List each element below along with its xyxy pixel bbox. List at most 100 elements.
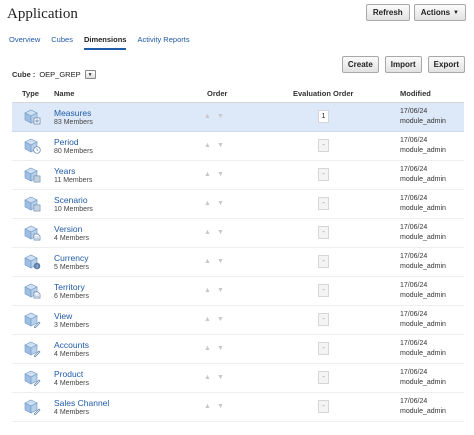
table-row[interactable]: Measures 83 Members ▲▼ 1 17/06/24 module_admi…: [12, 103, 464, 132]
dimension-cube-icon: [23, 340, 41, 358]
dimension-cube-icon: [23, 369, 41, 387]
move-up-icon[interactable]: ▲: [204, 142, 217, 149]
dimension-name-link[interactable]: Sales Channel: [54, 398, 109, 408]
header-evaluation-order[interactable]: Evaluation Order: [293, 89, 353, 98]
export-button[interactable]: Export: [427, 56, 465, 73]
table-row[interactable]: Scenario 10 Members ▲▼ - 17/06/24 module_admi…: [12, 190, 464, 219]
move-down-icon[interactable]: ▼: [217, 171, 230, 178]
modified-user: module_admin: [400, 176, 446, 183]
evaluation-order-field[interactable]: -: [318, 168, 329, 181]
move-up-icon[interactable]: ▲: [204, 374, 217, 381]
move-down-icon[interactable]: ▼: [217, 374, 230, 381]
create-label: Create: [347, 60, 373, 69]
dimension-cube-icon: i: [23, 253, 41, 271]
evaluation-order-field[interactable]: -: [318, 313, 329, 326]
dimension-cube-icon: [23, 282, 41, 300]
dimension-cube-icon: [23, 224, 41, 242]
dimension-name-link[interactable]: Measures: [54, 108, 91, 118]
dimension-cube-icon: [23, 311, 41, 329]
order-arrows: ▲▼: [204, 345, 230, 352]
evaluation-order-field[interactable]: -: [318, 371, 329, 384]
move-up-icon[interactable]: ▲: [204, 287, 217, 294]
move-down-icon[interactable]: ▼: [217, 142, 230, 149]
modified-date: 17/06/24: [400, 108, 428, 115]
order-arrows: ▲▼: [204, 229, 230, 236]
dimension-name-link[interactable]: Period: [54, 137, 79, 147]
move-up-icon[interactable]: ▲: [204, 113, 217, 120]
evaluation-order-field[interactable]: -: [318, 197, 329, 210]
move-up-icon[interactable]: ▲: [204, 171, 217, 178]
move-up-icon[interactable]: ▲: [204, 403, 217, 410]
import-label: Import: [390, 60, 416, 69]
modified-date: 17/06/24: [400, 340, 428, 347]
actions-label: Actions: [420, 8, 451, 17]
dimension-name-link[interactable]: Accounts: [54, 340, 89, 350]
move-down-icon[interactable]: ▼: [217, 258, 230, 265]
modified-user: module_admin: [400, 321, 446, 328]
move-up-icon[interactable]: ▲: [204, 200, 217, 207]
move-up-icon[interactable]: ▲: [204, 258, 217, 265]
refresh-button[interactable]: Refresh: [365, 4, 410, 21]
move-up-icon[interactable]: ▲: [204, 229, 217, 236]
dimension-cube-icon: [23, 108, 41, 126]
member-count: 4 Members: [54, 351, 90, 358]
evaluation-order-field[interactable]: -: [318, 400, 329, 413]
order-arrows: ▲▼: [204, 258, 230, 265]
table-row[interactable]: Period 80 Members ▲▼ - 17/06/24 module_admin: [12, 132, 464, 161]
order-arrows: ▲▼: [204, 142, 230, 149]
table-row[interactable]: i Currency 5 Members ▲▼ - 17/06/24 module_admi…: [12, 248, 464, 277]
dimension-name-link[interactable]: Currency: [54, 253, 88, 263]
cube-dropdown-button[interactable]: ▼: [84, 70, 96, 79]
import-button[interactable]: Import: [384, 56, 422, 73]
evaluation-order-field[interactable]: 1: [318, 110, 329, 123]
evaluation-order-field[interactable]: -: [318, 226, 329, 239]
move-down-icon[interactable]: ▼: [217, 287, 230, 294]
chevron-down-icon: ▼: [87, 71, 93, 78]
table-row[interactable]: Product 4 Members ▲▼ - 17/06/24 module_admin: [12, 364, 464, 393]
header-modified[interactable]: Modified: [400, 89, 431, 98]
header-type[interactable]: Type: [22, 89, 39, 98]
order-arrows: ▲▼: [204, 287, 230, 294]
move-down-icon[interactable]: ▼: [217, 200, 230, 207]
tab-dimensions[interactable]: Dimensions: [83, 35, 127, 50]
table-row[interactable]: Accounts 4 Members ▲▼ - 17/06/24 module_admin: [12, 335, 464, 364]
evaluation-order-field[interactable]: -: [318, 342, 329, 355]
move-down-icon[interactable]: ▼: [217, 229, 230, 236]
dimension-cube-icon: [23, 137, 41, 155]
dimension-name-link[interactable]: Product: [54, 369, 83, 379]
dimension-name-link[interactable]: Scenario: [54, 195, 88, 205]
modified-user: module_admin: [400, 350, 446, 357]
tab-cubes[interactable]: Cubes: [51, 35, 73, 50]
evaluation-order-field[interactable]: -: [318, 255, 329, 268]
header-name[interactable]: Name: [54, 89, 74, 98]
table-header: Type Name Order Evaluation Order Modifie…: [12, 86, 464, 103]
evaluation-order-field[interactable]: -: [318, 284, 329, 297]
create-button[interactable]: Create: [341, 56, 379, 73]
modified-date: 17/06/24: [400, 166, 428, 173]
tab-overview[interactable]: Overview: [9, 35, 40, 50]
member-count: 5 Members: [54, 264, 90, 271]
table-row[interactable]: Years 11 Members ▲▼ - 17/06/24 module_admin: [12, 161, 464, 190]
move-up-icon[interactable]: ▲: [204, 345, 217, 352]
actions-button[interactable]: Actions ▼: [413, 4, 466, 21]
dimension-name-link[interactable]: Years: [54, 166, 75, 176]
table-row[interactable]: Sales Channel 4 Members ▲▼ - 17/06/24 module_…: [12, 393, 464, 422]
dimension-name-link[interactable]: View: [54, 311, 72, 321]
table-row[interactable]: Version 4 Members ▲▼ - 17/06/24 module_admin: [12, 219, 464, 248]
modified-user: module_admin: [400, 263, 446, 270]
move-down-icon[interactable]: ▼: [217, 403, 230, 410]
cube-label: Cube :: [12, 70, 36, 79]
move-up-icon[interactable]: ▲: [204, 316, 217, 323]
move-down-icon[interactable]: ▼: [217, 113, 230, 120]
move-down-icon[interactable]: ▼: [217, 316, 230, 323]
table-row[interactable]: Territory 6 Members ▲▼ - 17/06/24 module_admi…: [12, 277, 464, 306]
move-down-icon[interactable]: ▼: [217, 345, 230, 352]
modified-date: 17/06/24: [400, 311, 428, 318]
dimension-name-link[interactable]: Territory: [54, 282, 85, 292]
modified-user: module_admin: [400, 379, 446, 386]
table-row[interactable]: View 3 Members ▲▼ - 17/06/24 module_admin: [12, 306, 464, 335]
tab-activity-reports[interactable]: Activity Reports: [137, 35, 189, 50]
dimension-name-link[interactable]: Version: [54, 224, 82, 234]
evaluation-order-field[interactable]: -: [318, 139, 329, 152]
header-order[interactable]: Order: [207, 89, 227, 98]
